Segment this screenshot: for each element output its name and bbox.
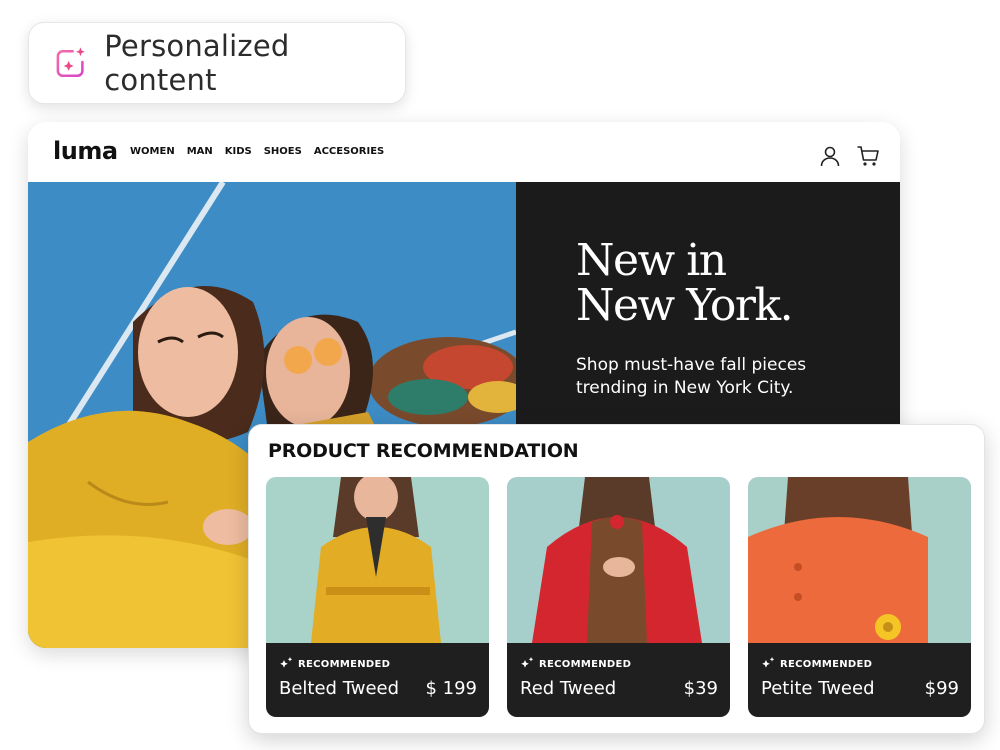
product-info: RECOMMENDED Belted Tweed $ 199 bbox=[266, 643, 489, 717]
site-nav: luma WOMEN MAN KIDS SHOES ACCESORIES bbox=[28, 122, 900, 182]
product-card-petite-tweed[interactable]: RECOMMENDED Petite Tweed $99 bbox=[748, 477, 971, 717]
luma-logo[interactable]: luma bbox=[53, 137, 118, 165]
product-price: $ 199 bbox=[425, 678, 477, 699]
nav-item-kids[interactable]: KIDS bbox=[225, 146, 252, 157]
product-name: Petite Tweed bbox=[761, 678, 875, 699]
product-info: RECOMMENDED Petite Tweed $99 bbox=[748, 643, 971, 717]
product-price: $99 bbox=[924, 678, 959, 699]
hero-subtitle: Shop must-have fall pieces trending in N… bbox=[576, 355, 807, 398]
recommended-tag: RECOMMENDED bbox=[279, 657, 390, 671]
product-price: $39 bbox=[683, 678, 718, 699]
cart-icon[interactable] bbox=[856, 144, 880, 168]
product-card-red-tweed[interactable]: RECOMMENDED Red Tweed $39 bbox=[507, 477, 730, 717]
hero-headline: New in New York. bbox=[576, 235, 794, 331]
product-list: RECOMMENDED Belted Tweed $ 199 RECOMMEND… bbox=[266, 477, 971, 717]
recommended-label: RECOMMENDED bbox=[539, 658, 632, 670]
nav-icons bbox=[818, 144, 880, 168]
user-icon[interactable] bbox=[818, 144, 842, 168]
headline-line-1: New in bbox=[576, 235, 727, 286]
personalized-content-badge: Personalized content bbox=[28, 22, 406, 104]
recommended-label: RECOMMENDED bbox=[780, 658, 873, 670]
sparkle-frame-icon bbox=[56, 47, 85, 78]
product-image bbox=[507, 477, 730, 643]
badge-label: Personalized content bbox=[104, 29, 290, 97]
sparkle-icon bbox=[280, 657, 293, 668]
product-info: RECOMMENDED Red Tweed $39 bbox=[507, 643, 730, 717]
nav-item-shoes[interactable]: SHOES bbox=[264, 146, 302, 157]
product-image bbox=[748, 477, 971, 643]
sparkle-icon bbox=[762, 657, 775, 668]
recommended-label: RECOMMENDED bbox=[298, 658, 391, 670]
product-recommendation-card: PRODUCT RECOMMENDATION RECOMMENDED Belte… bbox=[248, 424, 985, 734]
nav-menu: WOMEN MAN KIDS SHOES ACCESORIES bbox=[130, 146, 384, 157]
product-card-belted-tweed[interactable]: RECOMMENDED Belted Tweed $ 199 bbox=[266, 477, 489, 717]
product-name: Belted Tweed bbox=[279, 678, 400, 699]
nav-item-women[interactable]: WOMEN bbox=[130, 146, 175, 157]
sparkle-icon bbox=[521, 657, 534, 668]
nav-item-accesories[interactable]: ACCESORIES bbox=[314, 146, 384, 157]
recommended-tag: RECOMMENDED bbox=[761, 657, 872, 671]
headline-line-2: New York. bbox=[576, 280, 794, 331]
product-image bbox=[266, 477, 489, 643]
recommended-tag: RECOMMENDED bbox=[520, 657, 631, 671]
recommendation-title: PRODUCT RECOMMENDATION bbox=[268, 440, 579, 462]
nav-item-man[interactable]: MAN bbox=[187, 146, 213, 157]
product-name: Red Tweed bbox=[520, 678, 617, 699]
